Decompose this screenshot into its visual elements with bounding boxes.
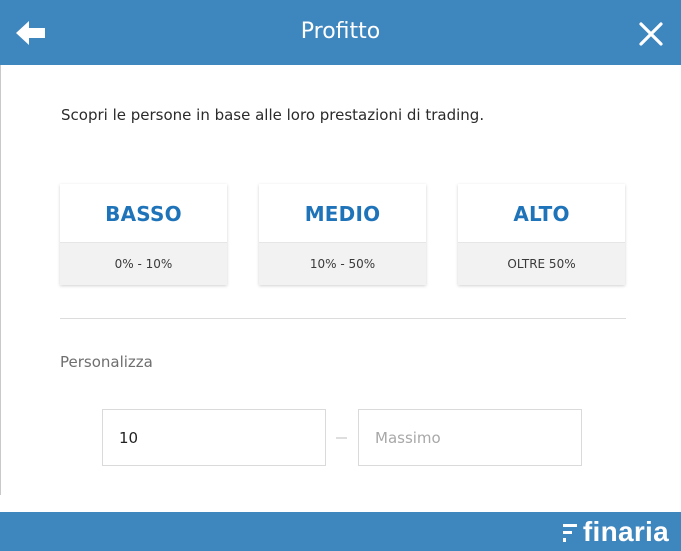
option-card-basso[interactable]: BASSO 0% - 10%	[60, 184, 227, 285]
option-range: 0% - 10%	[60, 242, 227, 285]
min-value-input[interactable]	[102, 409, 326, 466]
finaria-logo-icon	[562, 523, 577, 542]
panel-edge	[0, 65, 1, 495]
description-text: Scopri le persone in base alle loro pres…	[61, 106, 485, 124]
page-title: Profitto	[300, 19, 381, 44]
divider	[60, 318, 626, 319]
close-icon[interactable]	[637, 20, 665, 48]
max-value-input[interactable]	[358, 409, 582, 466]
option-range: 10% - 50%	[259, 242, 426, 285]
footer-bar: finaria	[0, 512, 681, 551]
option-label: ALTO	[513, 202, 570, 226]
option-card-medio[interactable]: MEDIO 10% - 50%	[259, 184, 426, 285]
option-label: BASSO	[105, 202, 182, 226]
brand-name: finaria	[582, 516, 669, 547]
option-range: OLTRE 50%	[458, 242, 625, 285]
header-bar: Profitto	[0, 0, 681, 65]
custom-section-label: Personalizza	[60, 353, 153, 371]
option-card-alto[interactable]: ALTO OLTRE 50%	[458, 184, 625, 285]
option-label: MEDIO	[304, 202, 381, 226]
range-separator	[336, 437, 347, 439]
brand-logo: finaria	[562, 512, 669, 551]
